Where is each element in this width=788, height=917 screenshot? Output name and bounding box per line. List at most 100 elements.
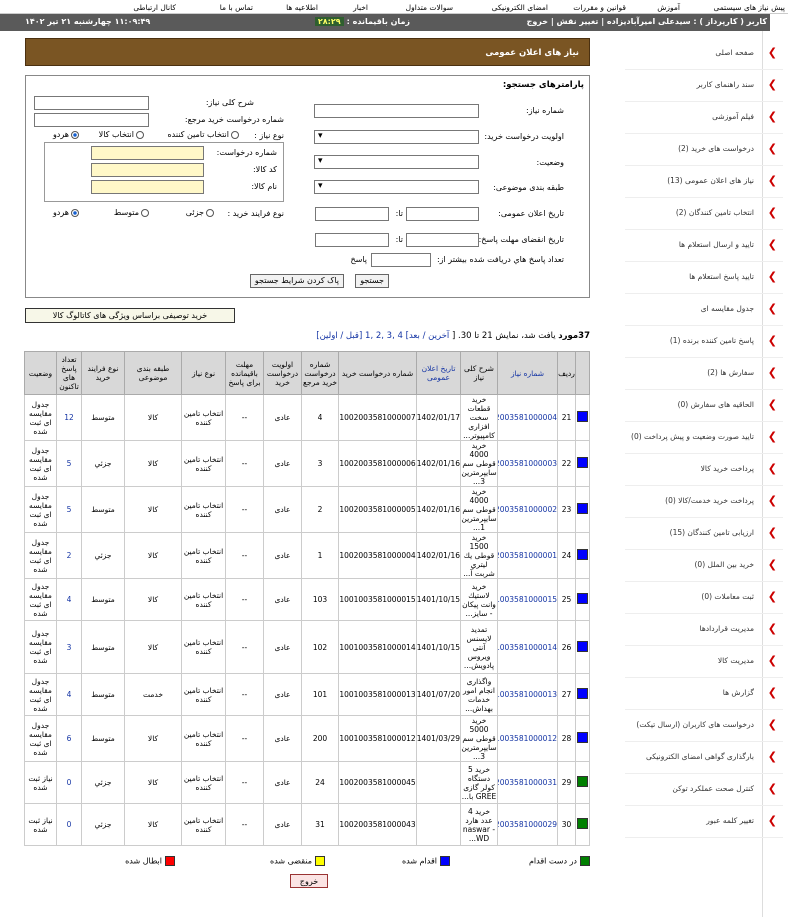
sidebar-item[interactable]: ❯ تایید صورت وضعیت و پیش پرداخت (0) <box>625 422 783 454</box>
cell-resp[interactable]: 2 <box>56 532 82 579</box>
sidebar-item[interactable]: ❯ جدول مقایسه ای <box>625 294 783 326</box>
sidebar-item[interactable]: ❯ پرداخت خرید خدمت/کالا (0) <box>625 486 783 518</box>
state-select[interactable] <box>314 155 479 169</box>
catalog-purchase-button[interactable]: خرید توصیفی براساس ویژگی های کاتالوگ کال… <box>25 308 235 323</box>
cell-resp[interactable]: 3 <box>56 620 82 674</box>
sidebar-item[interactable]: ❯ تایید پاسخ استعلام ها <box>625 262 783 294</box>
category-select[interactable] <box>314 180 479 194</box>
pub-date-from[interactable] <box>406 207 479 221</box>
user-info[interactable]: کاربر ( کارپرداز ) : سیدعلی امیرآبادیزاد… <box>527 17 767 26</box>
goods-name-input[interactable] <box>91 180 204 194</box>
opt-partial[interactable]: جزئی <box>186 208 214 217</box>
sidebar-item[interactable]: ❯ الحاقیه های سفارش (0) <box>625 390 783 422</box>
sidebar-item[interactable]: ❯ فیلم آموزشی <box>625 102 783 134</box>
cell-need[interactable]: 1102003581000003 <box>497 440 558 487</box>
sidebar-item[interactable]: ❯ نیاز های اعلان عمومی (13) <box>625 166 783 198</box>
column-header: ردیف <box>557 351 576 395</box>
cell-resp[interactable]: 5 <box>56 486 82 533</box>
sidebar-item-label: درخواست های خرید (2) <box>678 144 754 153</box>
req-no-input[interactable] <box>91 146 204 160</box>
nav-link[interactable]: آموزش <box>657 3 680 12</box>
clear-button[interactable]: پاک کردن شرایط جستجو <box>249 274 344 288</box>
sidebar-item[interactable]: ❯ پاسخ تامین کننده برنده (1) <box>625 326 783 358</box>
priority-select[interactable] <box>314 130 479 144</box>
sidebar-item-label: ثبت معاملات (0) <box>701 592 754 601</box>
search-button[interactable]: جستجو <box>355 274 389 288</box>
opt-both2[interactable]: هردو <box>53 208 79 217</box>
cell-n: 23 <box>557 486 576 533</box>
status-color-icon <box>577 411 588 422</box>
nav-link[interactable]: قوانین و مقررات <box>573 3 626 12</box>
opt-both[interactable]: هردو <box>53 130 79 139</box>
sidebar-item[interactable]: ❯ تایید و ارسال استعلام ها <box>625 230 783 262</box>
opt-medium[interactable]: متوسط <box>114 208 149 217</box>
cell-resp[interactable]: 0 <box>56 803 82 846</box>
cell-resp[interactable]: 12 <box>56 394 82 441</box>
sidebar-item[interactable]: ❯ انتخاب تامین کنندگان (2) <box>625 198 783 230</box>
cell-req: 1001003581000013 <box>338 673 417 716</box>
sidebar-item[interactable]: ❯ تغییر کلمه عبور <box>625 806 783 838</box>
setad-logo-icon: ❯ <box>767 238 777 251</box>
cell-rem: -- <box>225 440 264 487</box>
cell-need[interactable]: 1101003581000013 <box>497 673 558 716</box>
cell-ref: 200 <box>301 715 339 762</box>
cell-resp[interactable]: 0 <box>56 761 82 804</box>
resp-count-label: تعداد پاسخ هاي دريافت شده بيشتر از: <box>436 255 564 264</box>
ref-no-input[interactable] <box>34 113 149 127</box>
nav-link[interactable]: تماس با ما <box>220 3 253 12</box>
cell-req: 1001003581000014 <box>338 620 417 674</box>
sidebar-item[interactable]: ❯ درخواست های کاربران (ارسال تیکت) <box>625 710 783 742</box>
nav-link[interactable]: امضای الکترونیکی <box>492 3 548 12</box>
goods-code-input[interactable] <box>91 163 204 177</box>
deadline-to[interactable] <box>315 233 389 247</box>
nav-link[interactable]: پیش نیاز های سیستمی <box>713 3 785 12</box>
cell-resp[interactable]: 6 <box>56 715 82 762</box>
cell-resp[interactable]: 5 <box>56 440 82 487</box>
opt-goods[interactable]: انتخاب کالا <box>99 130 144 139</box>
resp-count-input[interactable] <box>371 253 431 267</box>
sidebar-item[interactable]: ❯ سفارش ها (2) <box>625 358 783 390</box>
nav-link[interactable]: سوالات متداول <box>406 3 453 12</box>
sidebar-item[interactable]: ❯ ارزیابی تامین کنندگان (15) <box>625 518 783 550</box>
deadline-from[interactable] <box>406 233 479 247</box>
cell-rem: -- <box>225 803 264 846</box>
nav-link[interactable]: اطلاعیه ها <box>286 3 318 12</box>
cell-resp[interactable]: 4 <box>56 673 82 716</box>
desc-input[interactable] <box>34 96 149 110</box>
cell-need[interactable]: 1101003581000014 <box>497 620 558 674</box>
cell-need[interactable]: 1101003581000012 <box>497 715 558 762</box>
sidebar-item[interactable]: ❯ بارگذاری گواهی امضای الکترونیکی <box>625 742 783 774</box>
cell-type: انتخاب تامین کننده <box>181 715 226 762</box>
pager-links[interactable]: آخرین / بعد] 4 ,3 ,2 ,1 [قبل / اولین] <box>316 331 449 341</box>
opt-supplier[interactable]: انتخاب تامین کننده <box>167 130 239 139</box>
need-number-input[interactable] <box>314 104 479 118</box>
sidebar-item[interactable]: ❯ سند راهنمای کاربر <box>625 70 783 102</box>
sidebar-item[interactable]: ❯ ثبت معاملات (0) <box>625 582 783 614</box>
cell-need[interactable]: 1101003581000015 <box>497 578 558 621</box>
cell-resp[interactable]: 4 <box>56 578 82 621</box>
sidebar-item[interactable]: ❯ مدیریت کالا <box>625 646 783 678</box>
sidebar-item[interactable]: ❯ گزارش ها <box>625 678 783 710</box>
sidebar-item[interactable]: ❯ پرداخت خرید کالا <box>625 454 783 486</box>
table-row: 251101003581000015خريد لاستيك وانت پيكان… <box>24 578 590 621</box>
column-header[interactable]: شماره نیاز <box>497 351 558 395</box>
pub-date-to[interactable] <box>315 207 389 221</box>
sidebar-item[interactable]: ❯ درخواست های خرید (2) <box>625 134 783 166</box>
sidebar-item[interactable]: ❯ خرید بین الملل (0) <box>625 550 783 582</box>
cell-need[interactable]: 1102003581000004 <box>497 394 558 441</box>
cell-type: انتخاب تامین کننده <box>181 486 226 533</box>
cell-need[interactable]: 1102003581000029 <box>497 803 558 846</box>
column-header[interactable]: تاریخ اعلان عمومی <box>416 351 461 395</box>
cell-ref: 1 <box>301 532 339 579</box>
sidebar-item-label: سند راهنمای کاربر <box>696 80 754 89</box>
cell-st: جدول مقایسه ای ثبت شده <box>24 620 57 674</box>
nav-link[interactable]: کانال ارتباطی <box>133 3 176 12</box>
cell-need[interactable]: 1102003581000001 <box>497 532 558 579</box>
cell-need[interactable]: 1102003581000002 <box>497 486 558 533</box>
back-button[interactable]: خروج <box>290 874 328 888</box>
sidebar-item[interactable]: ❯ کنترل صحت عملکرد توکن <box>625 774 783 806</box>
sidebar-item[interactable]: ❯ صفحه اصلی <box>625 38 783 70</box>
sidebar-item[interactable]: ❯ مدیریت قراردادها <box>625 614 783 646</box>
cell-need[interactable]: 1102003581000031 <box>497 761 558 804</box>
nav-link[interactable]: اخبار <box>353 3 368 12</box>
